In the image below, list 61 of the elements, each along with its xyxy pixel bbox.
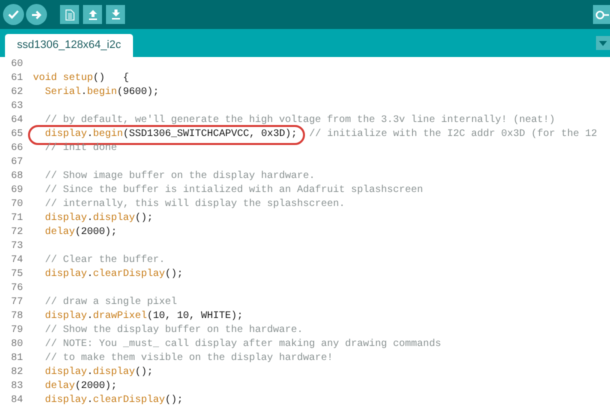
file-tab[interactable]: ssd1306_128x64_i2c (5, 34, 133, 57)
upload-button[interactable] (26, 4, 47, 25)
line-number: 83 (10, 380, 24, 394)
code-line: display.clearDisplay(); (45, 394, 184, 408)
line-number: 82 (10, 366, 24, 380)
code-line: // Clear the buffer. (45, 254, 166, 268)
line-number: 64 (10, 114, 24, 128)
line-number: 71 (10, 212, 24, 226)
code-line: // Show image buffer on the display hardware. (45, 170, 316, 184)
line-number: 74 (10, 254, 24, 268)
line-number: 66 (10, 142, 24, 156)
code-comment: // initialize with the I2C addr 0x3D (for the 12 (309, 128, 598, 142)
line-number: 67 (10, 156, 24, 170)
code-line: // internally, this will display the splashscreen. (45, 198, 346, 212)
code-line: display.clearDisplay(); (45, 268, 184, 282)
code-line: // init done (45, 142, 118, 156)
line-number: 68 (10, 170, 24, 184)
verify-button[interactable] (3, 4, 24, 25)
caret-icon (599, 40, 607, 46)
right-arrow-icon (31, 10, 42, 20)
line-number: 65 (10, 128, 24, 142)
code-line: // Since the buffer is intialized with an Adafruit splashscreen (45, 184, 424, 198)
code-line: // NOTE: You _must_ call display after making any drawing commands (45, 338, 442, 352)
tab-menu-button[interactable] (596, 36, 610, 50)
magnifier-icon (595, 10, 609, 20)
code-line: // to make them visible on the display hardware! (45, 352, 334, 366)
line-number: 61 (10, 72, 24, 86)
code-line: // draw a single pixel (45, 296, 178, 310)
line-number: 75 (10, 268, 24, 282)
line-number: 76 (10, 282, 24, 296)
line-number: 63 (10, 100, 24, 114)
save-button[interactable] (106, 5, 125, 24)
document-icon (64, 8, 74, 20)
code-line: display.display(); (45, 366, 154, 380)
line-number: 62 (10, 86, 24, 100)
code-line: display.display(); (45, 212, 154, 226)
line-number: 70 (10, 198, 24, 212)
open-button[interactable] (83, 5, 102, 24)
code-line: delay(2000); (45, 380, 118, 394)
line-number: 81 (10, 352, 24, 366)
line-number: 80 (10, 338, 24, 352)
line-number: 73 (10, 240, 24, 254)
code-line: // by default, we'll generate the high voltage from the 3.3v line internally! (neat!) (45, 114, 556, 128)
line-number: 77 (10, 296, 24, 310)
code-line: delay(2000); (45, 226, 118, 240)
line-number: 79 (10, 324, 24, 338)
line-number: 69 (10, 184, 24, 198)
line-number: 60 (10, 58, 24, 72)
serial-monitor-button[interactable] (593, 5, 610, 24)
code-line: display.drawPixel(10, 10, WHITE); (45, 310, 244, 324)
code-line: display.begin(SSD1306_SWITCHCAPVCC, 0x3D); (45, 128, 298, 142)
down-arrow-icon (110, 9, 120, 20)
line-number: 72 (10, 226, 24, 240)
code-line: void setup() { (33, 72, 130, 86)
line-number: 78 (10, 310, 24, 324)
code-line: Serial.begin(9600); (45, 86, 160, 100)
line-number: 84 (10, 394, 24, 408)
code-line: // Show the display buffer on the hardware. (45, 324, 304, 338)
checkmark-icon (8, 10, 19, 19)
up-arrow-icon (88, 9, 98, 20)
new-file-button[interactable] (60, 5, 79, 24)
